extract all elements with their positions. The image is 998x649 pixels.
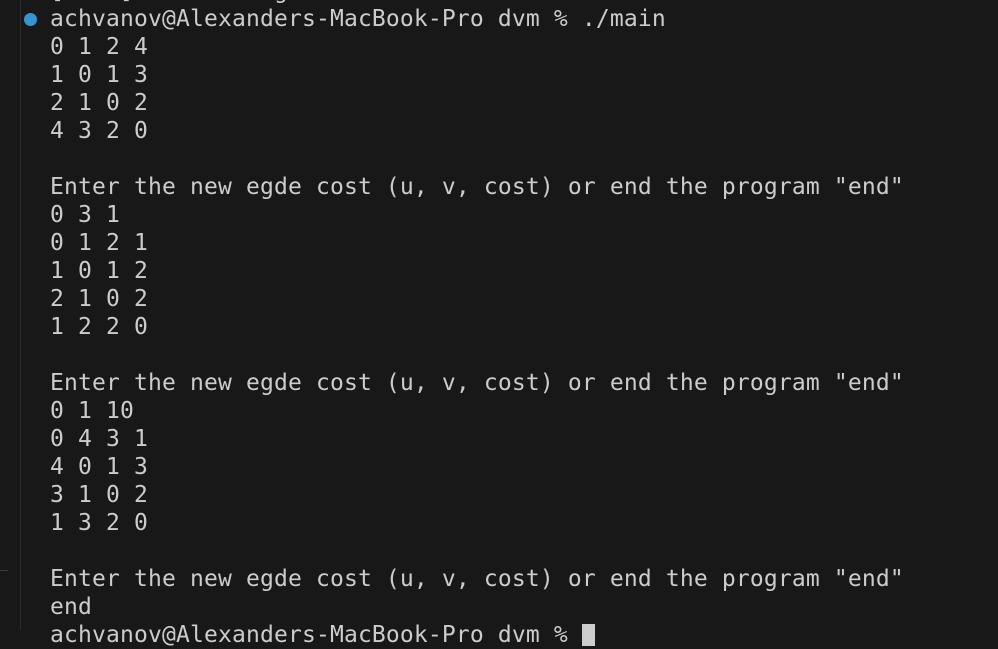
terminal-line-text: end (50, 594, 92, 620)
terminal-line: 2 1 0 2 (50, 285, 904, 313)
terminal-line-text: 0 4 3 1 (50, 426, 148, 452)
terminal-line-text: 4 3 2 0 (50, 118, 148, 144)
terminal-line-text: [100%] Built target main (50, 0, 386, 4)
terminal-line-text: 1 0 1 2 (50, 258, 148, 284)
terminal-line: Enter the new egde cost (u, v, cost) or … (50, 565, 904, 593)
gutter-divider (0, 570, 8, 571)
terminal-line-text: Enter the new egde cost (u, v, cost) or … (50, 174, 904, 200)
terminal-line: 0 1 2 1 (50, 229, 904, 257)
terminal-line: Enter the new egde cost (u, v, cost) or … (50, 173, 904, 201)
terminal-gutter (0, 0, 21, 630)
terminal-line-text: 2 1 0 2 (50, 90, 148, 116)
terminal-line-text: 0 1 10 (50, 398, 134, 424)
terminal-output[interactable]: [100%] Built target main achvanov@Alexand… (24, 0, 904, 649)
terminal-cursor (581, 624, 595, 646)
terminal-line: end (50, 593, 904, 621)
terminal-line-text: 0 3 1 (50, 202, 120, 228)
prompt-line[interactable]: achvanov@Alexanders-MacBook-Pro dvm % (50, 621, 904, 649)
terminal-line: Enter the new egde cost (u, v, cost) or … (50, 369, 904, 397)
terminal-line-text: 0 1 2 1 (50, 230, 148, 256)
terminal-line: 1 0 1 2 (50, 257, 904, 285)
terminal-line: 0 1 2 4 (50, 33, 904, 61)
terminal-line-text: 1 2 2 0 (50, 314, 148, 340)
terminal-line-text: achvanov@Alexanders-MacBook-Pro dvm % ./… (50, 6, 666, 32)
command-status-dot-icon[interactable] (24, 13, 37, 26)
terminal-line-text: 3 1 0 2 (50, 482, 148, 508)
terminal-line: 1 3 2 0 (50, 509, 904, 537)
terminal-line: 4 0 1 3 (50, 453, 904, 481)
terminal-line: 1 0 1 3 (50, 61, 904, 89)
terminal-line: 0 3 1 (50, 201, 904, 229)
terminal-line: 0 1 10 (50, 397, 904, 425)
terminal-line-text: 2 1 0 2 (50, 286, 148, 312)
terminal-line-text: Enter the new egde cost (u, v, cost) or … (50, 370, 904, 396)
terminal-line: 0 4 3 1 (50, 425, 904, 453)
terminal-line: 4 3 2 0 (50, 117, 904, 145)
terminal-line: 2 1 0 2 (50, 89, 904, 117)
terminal-line-text: Enter the new egde cost (u, v, cost) or … (50, 566, 904, 592)
terminal-line: 1 2 2 0 (50, 313, 904, 341)
terminal-line-text: 1 0 1 3 (50, 62, 148, 88)
terminal-line-text: 0 1 2 4 (50, 34, 148, 60)
prompt-text: achvanov@Alexanders-MacBook-Pro dvm % (50, 622, 582, 648)
terminal-line-text: 1 3 2 0 (50, 510, 148, 536)
terminal-line-text: 4 0 1 3 (50, 454, 148, 480)
terminal-line: 3 1 0 2 (50, 481, 904, 509)
command-line: achvanov@Alexanders-MacBook-Pro dvm % ./… (24, 5, 904, 33)
